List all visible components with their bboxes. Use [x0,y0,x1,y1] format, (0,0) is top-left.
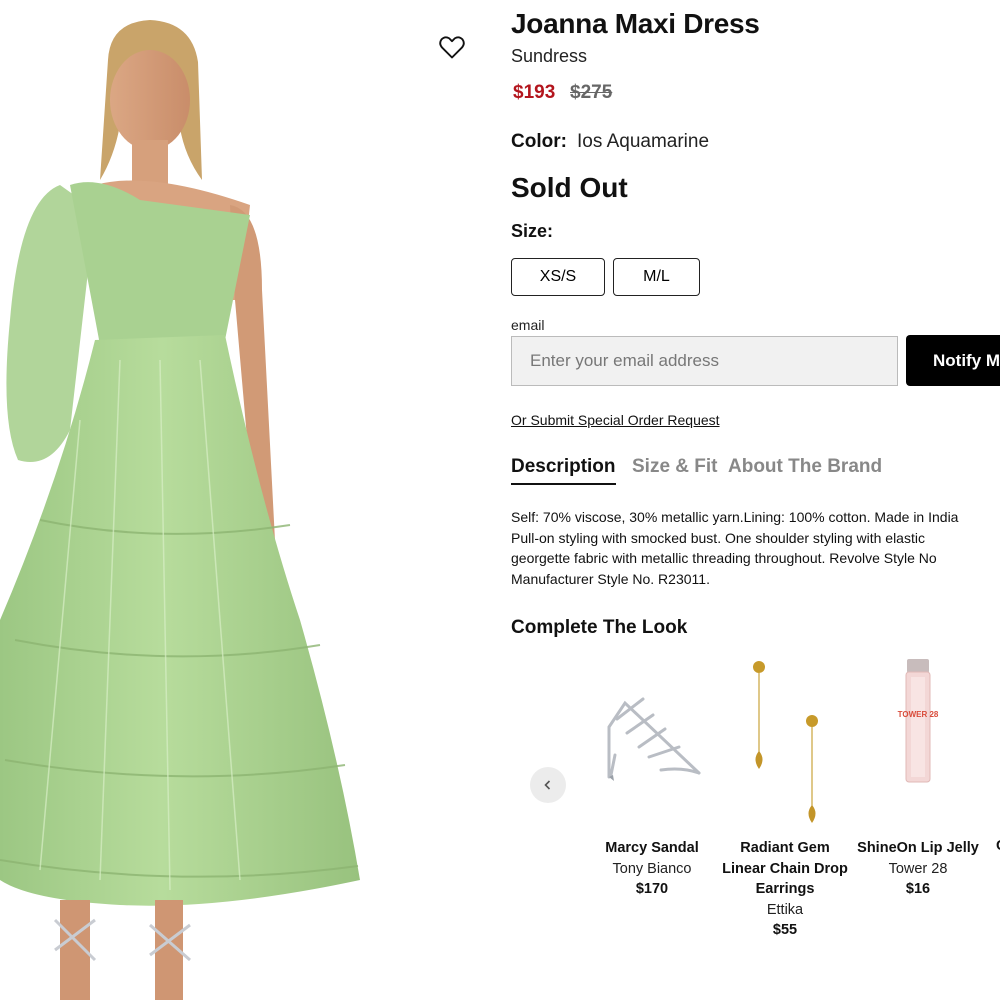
product-name[interactable]: ShineOn Lip Jelly [853,838,983,859]
product-brand: Tony Bianco [612,860,692,877]
size-option-xs-s[interactable]: XS/S [511,258,605,296]
special-order-link[interactable]: Or Submit Special Order Request [511,412,720,428]
earrings-image[interactable] [720,655,850,835]
product-price: $16 [905,881,931,897]
email-field[interactable] [511,336,898,386]
lip-jelly-image[interactable]: TOWER 28 [853,655,983,835]
color-value: Ios Aquamarine [577,131,710,152]
product-price: $55 [772,922,798,938]
size-option-m-l[interactable]: M/L [613,258,700,296]
tab-about-brand[interactable]: About The Brand [728,456,882,478]
product-title: Joanna Maxi Dress [511,8,760,39]
stock-status: Sold Out [511,172,628,203]
email-label: email [511,317,545,333]
product-card[interactable]: TOWER 28 ShineOn Lip Jelly Tower 28 $16 [853,655,983,897]
description-line: Self: 70% viscose, 30% metallic yarn.Lin… [511,509,959,525]
description-line: Pull-on styling with smocked bust. One s… [511,529,925,546]
size-label: Size: [511,221,554,241]
product-brand: Tower 28 [888,860,948,877]
notify-me-button[interactable]: Notify Me [906,335,1000,386]
product-brand: Ettika [766,901,804,918]
product-name[interactable]: Marcy Sandal [587,838,717,859]
product-image [0,0,490,1000]
sandal-image[interactable] [587,655,717,835]
description-line: georgette fabric with metallic threading… [511,550,937,566]
complete-the-look-heading: Complete The Look [511,617,688,638]
lip-jelly-label: TOWER 28 [898,710,939,719]
original-price: $275 [570,82,613,103]
chevron-left-icon[interactable] [530,767,566,803]
product-name[interactable]: Radiant Gem Linear Chain Drop Earrings [720,838,850,900]
product-subtitle: Sundress [511,46,588,66]
color-label: Color: [511,131,567,152]
heart-outline-icon[interactable] [438,34,466,60]
product-description: Self: 70% viscose, 30% metallic yarn.Lin… [511,507,1000,589]
product-card[interactable]: Radiant Gem Linear Chain Drop Earrings E… [720,655,850,938]
next-product-partial[interactable]: C [996,838,1000,854]
description-line: Manufacturer Style No. R23011. [511,570,710,587]
tab-description[interactable]: Description [511,456,616,485]
product-card[interactable]: Marcy Sandal Tony Bianco $170 [587,655,717,897]
tab-size-fit[interactable]: Size & Fit [632,456,718,478]
product-price: $170 [635,881,669,897]
sale-price: $193 [513,82,556,103]
